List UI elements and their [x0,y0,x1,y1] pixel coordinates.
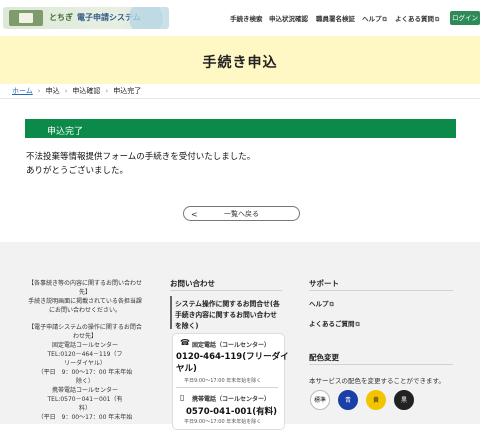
back-to-list-button[interactable]: < 一覧へ戻る [183,206,300,221]
external-link-icon: ⧉ [382,16,387,23]
nav-help-label: ヘルプ [362,15,382,23]
footer-text-line: TEL:0120－464－119（フ [47,351,123,358]
contact-card-divider [176,387,278,388]
nav-faq[interactable]: よくある質問⧉ [395,13,439,24]
thank-you-message: ありがとうございました。 [26,166,129,176]
mobile-phone-icon: ▯ [180,393,185,402]
nav-faq-label: よくある質問 [395,15,434,23]
nav-signature-verify[interactable]: 職員署名検証 [316,13,355,23]
operation-inquiry-line: システム操作に関するお問合せ(各 [175,300,280,308]
page-title: 手続き申込 [202,55,278,71]
mobile-label: 携帯電話（コールセンター） [192,396,271,403]
landline-number-suffix: ヤル) [176,364,197,374]
nav-help[interactable]: ヘルプ⧉ [362,13,387,24]
phone-icon: ☎ [180,338,190,347]
footer-help-link[interactable]: ヘルプ⧉ [309,298,334,309]
footer-text-line: 除く） [75,378,94,385]
color-scheme-heading: 配色変更 [309,353,339,362]
logo-text-prefix: とちぎ [49,13,73,22]
logo-decoration [129,7,163,29]
landline-hours: 平日9:00〜17:00 年末年始を除く [184,378,262,384]
status-title: 申込完了 [47,127,84,137]
landline-label: 固定電話（コールセンター） [192,342,271,349]
breadcrumb-separator-icon: › [37,87,41,95]
operation-inquiry-line: を除く) [175,322,199,330]
footer-text-line: （平日 9：00～17：00 年末年始 [37,369,133,376]
footer-text-line: 携帯電話コールセンター [51,387,118,394]
nav-procedure-search[interactable]: 手続き検索 [230,13,263,23]
footer-text-line: にお問い合わせください。 [48,307,121,314]
footer-text-line: （平日 9：00～17：00 年末年始 [37,414,133,421]
footer-text-line: 固定電話コールセンター [51,342,118,349]
support-heading: サポート [309,279,339,288]
operation-inquiry-line: 手続き内容に関するお問い合わせ [175,311,277,319]
color-scheme-divider [309,364,453,365]
footer-text-line: 【電子申請システムの操作に関するお問合 [28,324,142,331]
footer-text-line: リーダイヤル） [64,360,106,367]
color-yellow-button[interactable]: 黄 [366,390,386,410]
footer-text-line: 【各事続き等の内容に関するお問い合わせ [27,280,142,287]
completion-message: 不法投棄等情報提供フォームの手続きを受付いたしました。 [26,152,256,162]
color-blue-button[interactable]: 青 [338,390,358,410]
color-standard-button[interactable]: 標準 [310,390,330,410]
breadcrumb-separator-icon: › [64,87,68,95]
breadcrumb-divider [0,98,480,99]
contact-heading: お問い合わせ [170,279,215,288]
mobile-number[interactable]: 0570-041-001(有料) [186,405,277,417]
footer-text-line: TEL:0570－041－001（有 [47,396,123,403]
footer-faq-label: よくあるご質問 [309,320,355,328]
breadcrumb-apply: 申込 [45,87,60,95]
breadcrumb-confirm: 申込確認 [72,87,101,95]
breadcrumb-complete: 申込完了 [113,87,142,95]
login-button[interactable]: ログイン [450,11,480,25]
breadcrumb-separator-icon: › [105,87,109,95]
footer-text-line: 料） [78,405,91,412]
breadcrumb: ホーム › 申込 › 申込確認 › 申込完了 [12,86,141,96]
footer-faq-link[interactable]: よくあるご質問⧉ [309,318,360,329]
logo-mark-icon [9,10,43,26]
footer-help-label: ヘルプ [309,300,329,308]
color-black-button[interactable]: 黒 [394,390,414,410]
breadcrumb-home[interactable]: ホーム [12,87,33,95]
color-scheme-description: 本サービスの配色を変更することができます。 [309,377,445,385]
footer-text-line: 手続き説明画面に掲載されている各担当課 [28,298,142,305]
site-logo[interactable]: とちぎ 電子申請システム [3,7,169,29]
landline-number[interactable]: 0120-464-119(フリーダイ [176,350,289,362]
support-divider [309,290,453,291]
contact-divider [170,290,282,291]
external-link-icon: ⧉ [435,16,440,23]
status-banner [25,119,456,138]
external-link-icon: ⧉ [329,301,334,308]
footer-text-line: 先】 [78,289,91,296]
footer-text-line: わせ先】 [72,333,97,340]
back-to-list-label: 一覧へ戻る [224,210,259,218]
external-link-icon: ⧉ [355,321,360,328]
nav-application-status[interactable]: 申込状況確認 [269,13,308,23]
